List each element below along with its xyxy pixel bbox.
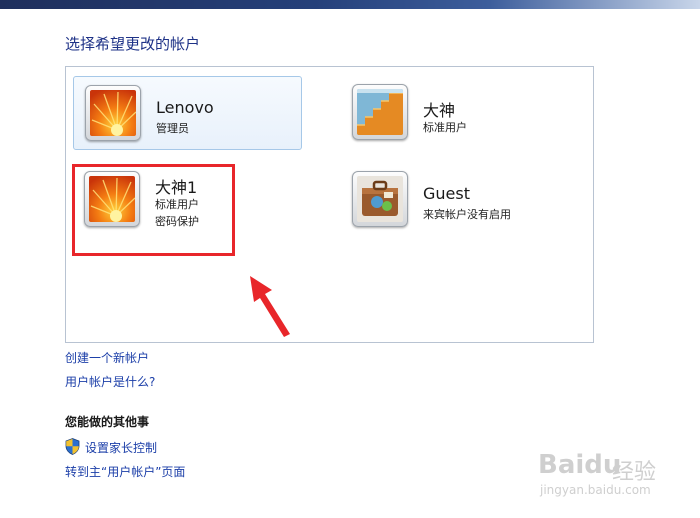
account-name: 大神: [423, 101, 456, 120]
account-name: Guest: [423, 184, 470, 203]
red-highlight-box: [72, 164, 235, 256]
baidu-jingyan-watermark: Baidu 经验 jingyan.baidu.com: [538, 450, 668, 505]
watermark-url: jingyan.baidu.com: [540, 483, 651, 497]
account-dashen[interactable]: 大神 标准用户: [341, 76, 570, 150]
page-title: 选择希望更改的帐户: [65, 35, 201, 53]
stairs-icon: [357, 89, 403, 135]
account-picture-frame: [352, 84, 408, 140]
account-picture-frame: [85, 85, 141, 141]
account-type: 管理员: [156, 122, 189, 135]
create-account-link[interactable]: 创建一个新帐户: [65, 349, 149, 366]
account-type: 标准用户: [423, 121, 467, 134]
parental-control-link[interactable]: 设置家长控制: [85, 439, 157, 456]
go-main-accounts-link[interactable]: 转到主“用户帐户”页面: [65, 463, 185, 480]
account-lenovo[interactable]: Lenovo 管理员: [73, 76, 302, 150]
orange-flower-icon: [90, 90, 136, 136]
jingyan-label: 经验: [612, 460, 657, 485]
window-title-bar: [0, 0, 700, 9]
shield-icon: [65, 438, 80, 455]
suitcase-icon: [357, 176, 403, 222]
what-is-account-link[interactable]: 用户帐户是什么?: [65, 373, 155, 390]
account-picture-frame: [352, 171, 408, 227]
account-guest[interactable]: Guest 来宾帐户没有启用: [341, 163, 570, 237]
other-tasks-heading: 您能做的其他事: [65, 415, 150, 429]
baidu-logo: Baidu: [538, 450, 622, 480]
account-name: Lenovo: [156, 98, 214, 117]
account-status: 来宾帐户没有启用: [423, 208, 511, 221]
red-arrow-icon: [250, 276, 290, 337]
